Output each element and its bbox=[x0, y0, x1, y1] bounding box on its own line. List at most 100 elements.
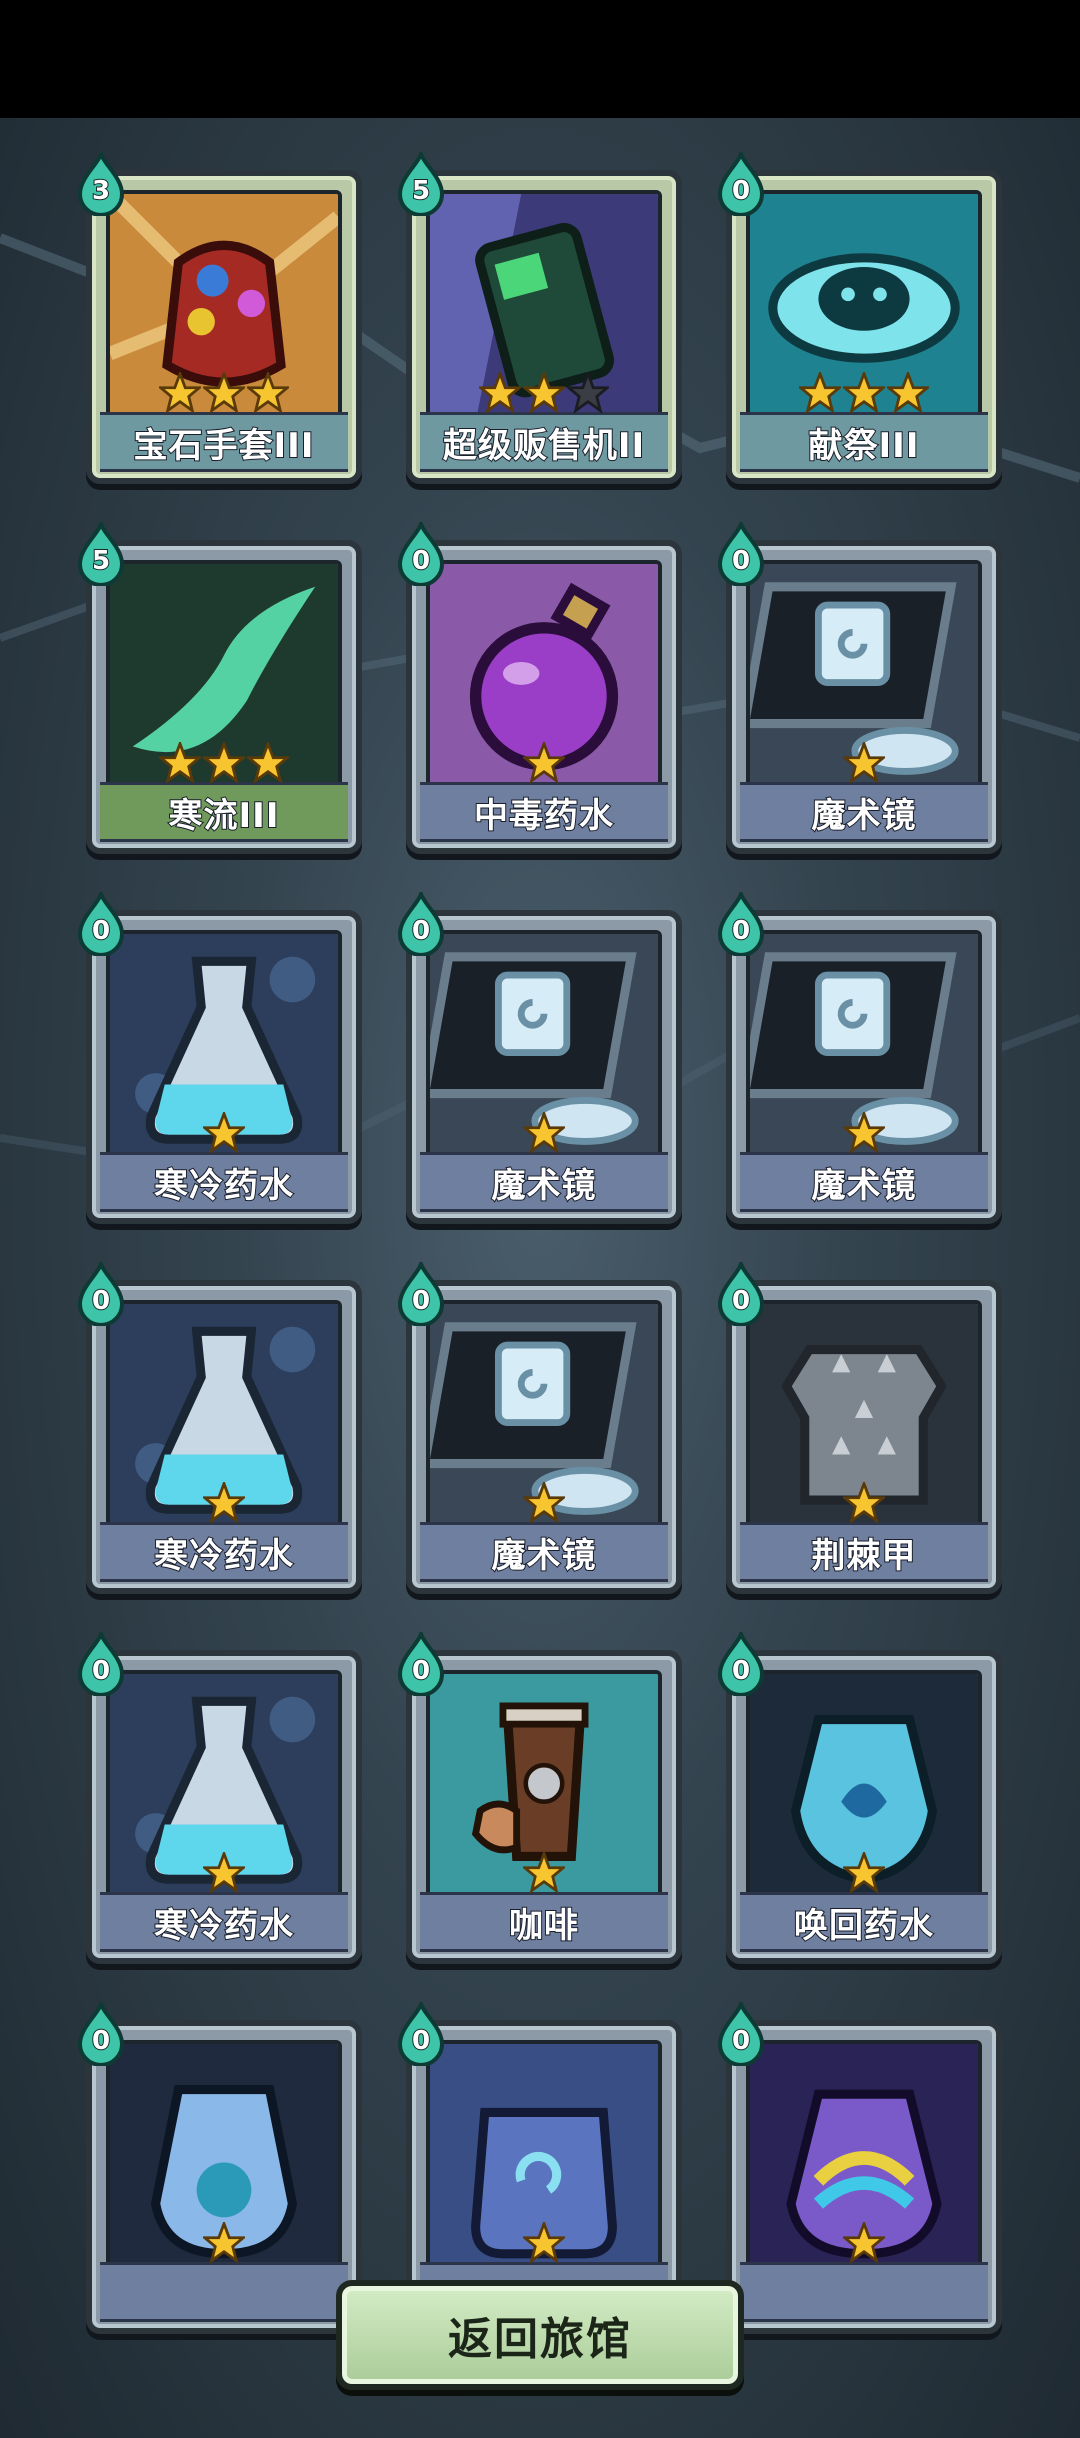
card-cost-value: 0 bbox=[411, 545, 431, 577]
star-icon bbox=[523, 1112, 565, 1154]
card-slot[interactable]: 魔术镜 0 bbox=[397, 887, 682, 1224]
star-icon bbox=[843, 1852, 885, 1894]
card-cost: 0 bbox=[716, 1997, 766, 2067]
card-name: 咖啡 bbox=[508, 1905, 579, 1947]
star-icon bbox=[247, 742, 289, 784]
card-cost-value: 0 bbox=[411, 2025, 431, 2057]
star-icon bbox=[247, 372, 289, 414]
card-stars bbox=[732, 2222, 996, 2266]
card-cost-value: 0 bbox=[731, 915, 751, 947]
card-name-bar: 荆棘甲 bbox=[740, 1522, 988, 1582]
card-slot[interactable]: 寒冷药水 0 bbox=[77, 1627, 362, 1964]
card-cost: 0 bbox=[396, 517, 446, 587]
card-cost: 0 bbox=[716, 1627, 766, 1697]
star-icon bbox=[523, 1852, 565, 1894]
card-name-bar: 魔术镜 bbox=[420, 1522, 668, 1582]
card-slot[interactable]: 0 bbox=[717, 1997, 1002, 2334]
card-cost: 0 bbox=[76, 1997, 126, 2067]
inventory-card-grid: 宝石手套III 3 超级贩售机II 5 献祭III 0 寒流III 5 中毒药水 0 魔术… bbox=[0, 118, 1080, 2343]
card-name-bar: 超级贩售机II bbox=[420, 412, 668, 472]
card-name: 中毒药水 bbox=[473, 795, 614, 837]
return-to-inn-button[interactable]: 返回旅馆 bbox=[336, 2280, 744, 2390]
card-slot[interactable]: 献祭III 0 bbox=[717, 147, 1002, 484]
card-cost: 3 bbox=[76, 147, 126, 217]
card-cost: 0 bbox=[396, 887, 446, 957]
card-stars bbox=[732, 1482, 996, 1526]
card-slot[interactable]: 0 bbox=[77, 1997, 362, 2334]
card-name-bar: 中毒药水 bbox=[420, 782, 668, 842]
card-stars bbox=[732, 742, 996, 786]
card-slot[interactable]: 咖啡 0 bbox=[397, 1627, 682, 1964]
card-name: 献祭III bbox=[808, 425, 920, 467]
card-stars bbox=[92, 2222, 356, 2266]
card-name: 寒冷药水 bbox=[153, 1905, 294, 1947]
card-cost-value: 0 bbox=[411, 915, 431, 947]
card-stars bbox=[92, 742, 356, 786]
card-name: 魔术镜 bbox=[811, 795, 917, 837]
card-cost-value: 0 bbox=[411, 1285, 431, 1317]
star-icon bbox=[203, 2222, 245, 2264]
card-cost-value: 0 bbox=[91, 915, 111, 947]
card-cost-value: 0 bbox=[91, 1285, 111, 1317]
card-cost-value: 5 bbox=[91, 545, 111, 577]
card-stars bbox=[92, 1112, 356, 1156]
card-name: 魔术镜 bbox=[811, 1165, 917, 1207]
card-name: 寒冷药水 bbox=[153, 1535, 294, 1577]
card-name-bar: 魔术镜 bbox=[740, 782, 988, 842]
card-slot[interactable]: 宝石手套III 3 bbox=[77, 147, 362, 484]
status-bar-area bbox=[0, 0, 1080, 118]
card-name: 超级贩售机II bbox=[442, 425, 646, 467]
card-cost-value: 3 bbox=[91, 175, 111, 207]
card-stars bbox=[412, 1112, 676, 1156]
card-stars bbox=[92, 1482, 356, 1526]
card-cost-value: 0 bbox=[731, 175, 751, 207]
card-cost: 5 bbox=[396, 147, 446, 217]
card-cost-value: 5 bbox=[411, 175, 431, 207]
card-cost: 0 bbox=[396, 1257, 446, 1327]
card-cost: 0 bbox=[716, 147, 766, 217]
card-name: 宝石手套III bbox=[133, 425, 315, 467]
card-stars bbox=[92, 1852, 356, 1896]
card-name-bar: 寒冷药水 bbox=[100, 1152, 348, 1212]
star-icon bbox=[159, 372, 201, 414]
card-stars bbox=[412, 1852, 676, 1896]
card-slot[interactable]: 魔术镜 0 bbox=[717, 517, 1002, 854]
card-stars bbox=[732, 1112, 996, 1156]
card-cost: 0 bbox=[76, 1627, 126, 1697]
star-icon bbox=[203, 1852, 245, 1894]
star-icon bbox=[843, 372, 885, 414]
card-slot[interactable]: 超级贩售机II 5 bbox=[397, 147, 682, 484]
card-slot[interactable]: 寒冷药水 0 bbox=[77, 1257, 362, 1594]
card-stars bbox=[412, 372, 676, 416]
card-name-bar: 魔术镜 bbox=[420, 1152, 668, 1212]
card-slot[interactable]: 唤回药水 0 bbox=[717, 1627, 1002, 1964]
star-icon bbox=[479, 372, 521, 414]
star-icon bbox=[159, 742, 201, 784]
card-name-bar bbox=[740, 2262, 988, 2322]
card-name-bar: 咖啡 bbox=[420, 1892, 668, 1952]
card-name: 魔术镜 bbox=[491, 1535, 597, 1577]
return-to-inn-label: 返回旅馆 bbox=[448, 2314, 632, 2365]
card-cost: 5 bbox=[76, 517, 126, 587]
card-cost: 0 bbox=[716, 517, 766, 587]
card-stars bbox=[732, 1852, 996, 1896]
card-slot[interactable]: 魔术镜 0 bbox=[717, 887, 1002, 1224]
card-stars bbox=[92, 372, 356, 416]
card-slot[interactable]: 寒冷药水 0 bbox=[77, 887, 362, 1224]
card-cost: 0 bbox=[396, 1627, 446, 1697]
card-slot[interactable]: 魔术镜 0 bbox=[397, 1257, 682, 1594]
card-cost-value: 0 bbox=[731, 1285, 751, 1317]
card-cost: 0 bbox=[716, 887, 766, 957]
card-cost: 0 bbox=[396, 1997, 446, 2067]
star-icon bbox=[887, 372, 929, 414]
card-cost-value: 0 bbox=[731, 2025, 751, 2057]
card-slot[interactable]: 中毒药水 0 bbox=[397, 517, 682, 854]
card-cost: 0 bbox=[716, 1257, 766, 1327]
card-name-bar: 魔术镜 bbox=[740, 1152, 988, 1212]
card-slot[interactable]: 荆棘甲 0 bbox=[717, 1257, 1002, 1594]
card-stars bbox=[732, 372, 996, 416]
star-icon bbox=[843, 742, 885, 784]
card-cost: 0 bbox=[76, 1257, 126, 1327]
card-slot[interactable]: 寒流III 5 bbox=[77, 517, 362, 854]
card-name-bar: 献祭III bbox=[740, 412, 988, 472]
